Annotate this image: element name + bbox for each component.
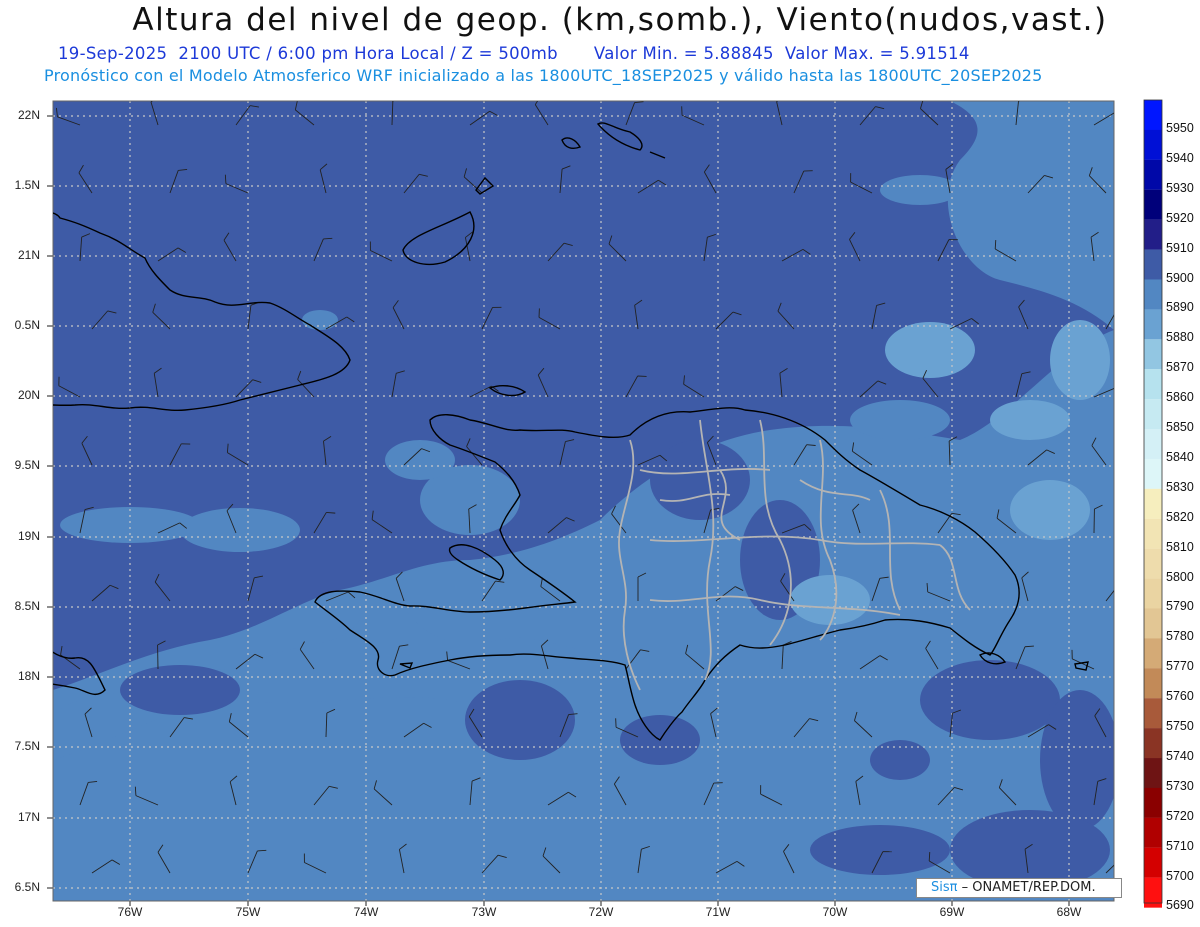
lat-label: 21N (17, 248, 40, 262)
colorbar-label: 5830 (1166, 479, 1194, 494)
colorbar-label: 5760 (1166, 689, 1194, 704)
colorbar-swatch (1144, 728, 1162, 759)
colorbar-swatch (1144, 159, 1162, 190)
forecast-map (47, 99, 1163, 908)
colorbar-swatch (1144, 129, 1162, 160)
colorbar-swatch (1144, 249, 1162, 280)
colorbar-swatch (1144, 578, 1162, 609)
lon-label: 72W (588, 905, 614, 919)
colorbar-swatch (1144, 668, 1162, 699)
lat-label: 22N (17, 108, 40, 122)
colorbar-swatch (1144, 608, 1162, 639)
colorbar-swatch (1144, 758, 1162, 789)
lat-label: 17N (17, 810, 40, 824)
colorbar-label: 5720 (1166, 808, 1194, 823)
colorbar-label: 5910 (1166, 240, 1194, 255)
colorbar (1143, 99, 1163, 908)
colorbar-label: 5920 (1166, 210, 1194, 225)
lat-label: 20N (17, 388, 40, 402)
lat-label: 6.5N (14, 880, 40, 894)
lat-label: 9.5N (14, 458, 40, 472)
colorbar-swatch (1144, 429, 1162, 460)
colorbar-label: 5800 (1166, 569, 1194, 584)
colorbar-label: 5810 (1166, 539, 1194, 554)
geopotential-shading (53, 101, 1114, 901)
colorbar-label: 5790 (1166, 599, 1194, 614)
colorbar-swatch (1144, 638, 1162, 669)
colorbar-label: 5940 (1166, 150, 1194, 165)
lon-label: 75W (235, 905, 261, 919)
colorbar-swatch (1144, 339, 1162, 370)
colorbar-swatch (1144, 847, 1162, 878)
colorbar-swatch (1144, 100, 1162, 130)
colorbar-label: 5930 (1166, 180, 1194, 195)
colorbar-label: 5880 (1166, 330, 1194, 345)
colorbar-label: 5700 (1166, 868, 1194, 883)
colorbar-swatch (1144, 518, 1162, 549)
colorbar-label: 5740 (1166, 748, 1194, 763)
colorbar-swatch (1144, 817, 1162, 848)
lon-label: 71W (705, 905, 731, 919)
colorbar-swatch (1144, 548, 1162, 579)
colorbar-label: 5770 (1166, 659, 1194, 674)
colorbar-swatch (1144, 189, 1162, 220)
colorbar-label: 5820 (1166, 509, 1194, 524)
lon-label: 73W (471, 905, 497, 919)
colorbar-swatch (1144, 458, 1162, 489)
colorbar-label: 5850 (1166, 420, 1194, 434)
colorbar-swatch (1144, 369, 1162, 400)
colorbar-label: 5900 (1166, 270, 1194, 285)
colorbar-label: 5840 (1166, 449, 1194, 464)
colorbar-label: 5730 (1166, 778, 1194, 793)
lat-label: 1.5N (14, 178, 40, 192)
colorbar-swatch (1144, 279, 1162, 310)
colorbar-swatch (1144, 787, 1162, 818)
colorbar-swatch (1144, 309, 1162, 340)
lat-label: 18N (17, 669, 40, 683)
lon-label: 76W (117, 905, 143, 919)
colorbar-label: 5890 (1166, 300, 1194, 315)
colorbar-label: 5780 (1166, 629, 1194, 644)
colorbar-label: 5950 (1166, 121, 1194, 135)
lat-label: 0.5N (14, 318, 40, 332)
credit-org: – ONAMET/REP.DOM. (957, 880, 1096, 895)
colorbar-label: 5870 (1166, 360, 1194, 375)
colorbar-label: 5690 (1166, 898, 1194, 913)
colorbar-label: 5710 (1166, 838, 1194, 853)
colorbar-swatch (1144, 698, 1162, 729)
lon-label: 69W (939, 905, 965, 919)
lat-label: 8.5N (14, 599, 40, 613)
colorbar-label: 5860 (1166, 390, 1194, 405)
lon-label: 74W (353, 905, 379, 919)
colorbar-swatch (1144, 219, 1162, 250)
credit-sis: Sisπ (931, 880, 958, 895)
colorbar-label: 5750 (1166, 719, 1194, 733)
colorbar-swatch (1144, 488, 1162, 519)
colorbar-swatch (1144, 399, 1162, 430)
lon-label: 68W (1056, 905, 1082, 919)
credit-box: Sisπ – ONAMET/REP.DOM. (916, 878, 1122, 898)
lat-label: 19N (17, 529, 40, 543)
lat-label: 7.5N (14, 739, 40, 753)
lon-label: 70W (822, 905, 848, 919)
